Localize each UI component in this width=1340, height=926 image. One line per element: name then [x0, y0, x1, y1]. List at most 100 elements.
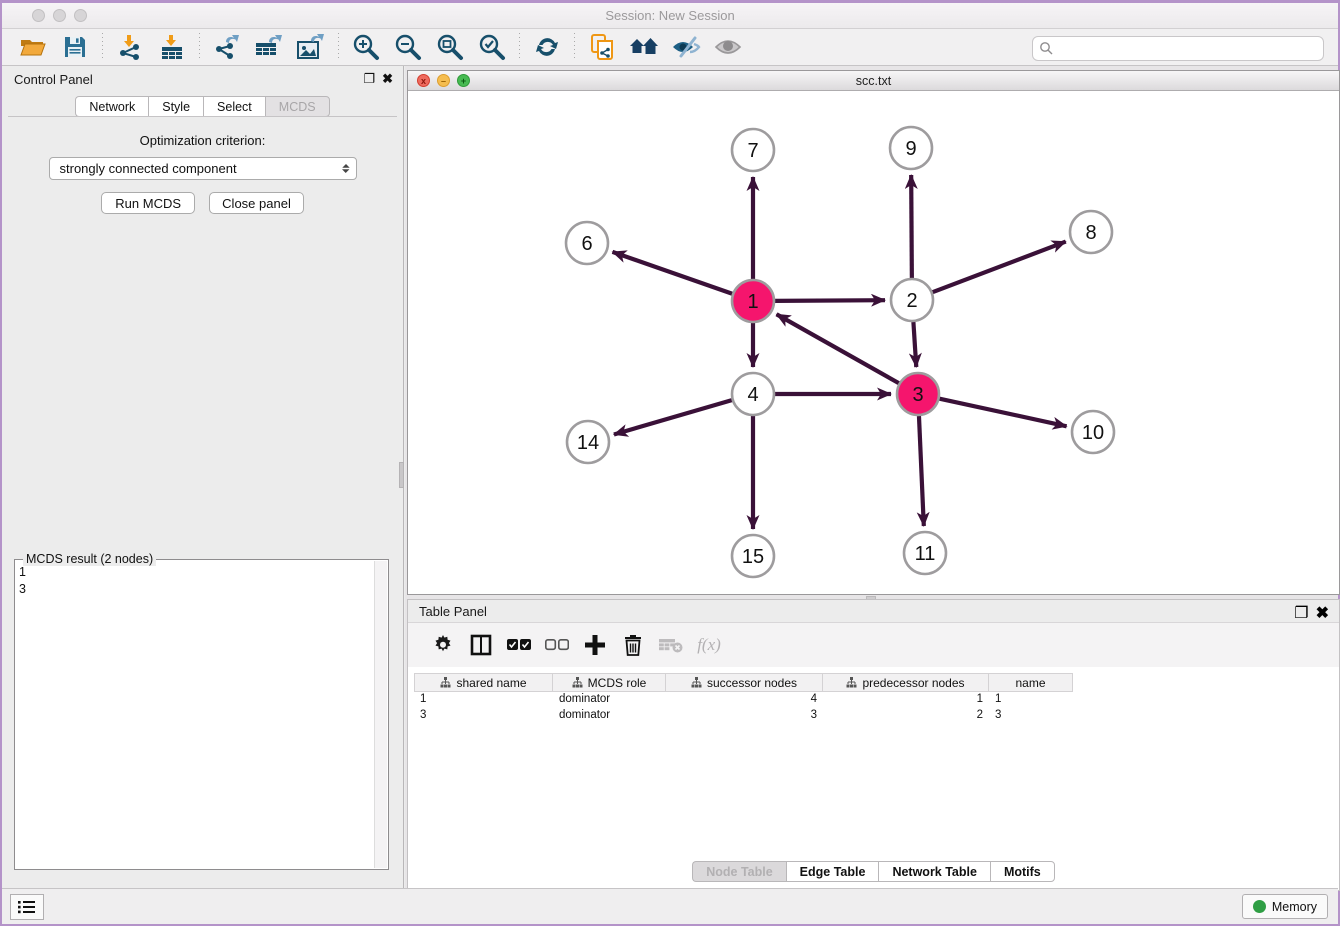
cell-successor-nodes[interactable]: 4	[666, 692, 823, 708]
tab-network[interactable]: Network	[75, 96, 148, 117]
optimization-criterion-dropdown[interactable]: strongly connected component ⏶⏷	[49, 157, 357, 180]
column-label: predecessor nodes	[862, 676, 964, 690]
edge-1-6[interactable]	[612, 252, 732, 294]
panel-splitter-grip[interactable]	[399, 462, 404, 488]
table-row-1[interactable]: 1dominator411	[414, 692, 1333, 708]
table-close-icon[interactable]: ✖	[1316, 603, 1329, 623]
create-column-icon[interactable]	[578, 628, 612, 662]
home-icon[interactable]	[627, 31, 661, 63]
cell-name[interactable]: 3	[989, 708, 1073, 724]
cell-name[interactable]: 1	[989, 692, 1073, 708]
memory-button[interactable]: Memory	[1242, 894, 1328, 919]
table-settings-icon[interactable]	[426, 628, 460, 662]
table-header-row: shared name MCDS role successor nodes prede…	[414, 673, 1333, 692]
search-box	[1032, 36, 1324, 61]
close-panel-button[interactable]: Close panel	[209, 192, 304, 214]
table-body: 1dominator4113dominator323	[414, 692, 1333, 724]
column-header-successor-nodes[interactable]: successor nodes	[666, 673, 823, 692]
edge-2-9[interactable]	[911, 175, 912, 278]
main-toolbar	[2, 29, 1338, 66]
network-canvas[interactable]: 7968124314101511	[408, 91, 1339, 594]
function-builder-icon: f(x)	[692, 628, 726, 662]
node-label-10: 10	[1082, 422, 1104, 444]
edge-3-10[interactable]	[939, 399, 1066, 427]
memory-label: Memory	[1272, 900, 1317, 914]
workspace: x – + scc.txt 7968124314101511 Table Pan…	[405, 66, 1338, 888]
result-scrollbar[interactable]	[374, 561, 387, 868]
float-panel-icon[interactable]: ❐	[363, 71, 375, 86]
cell-predecessor-nodes[interactable]: 1	[823, 692, 989, 708]
cell-MCDS-role[interactable]: dominator	[553, 708, 666, 724]
zoom-fit-icon[interactable]	[433, 31, 467, 63]
tab-motifs[interactable]: Motifs	[990, 861, 1055, 882]
window-titlebar: Session: New Session	[2, 3, 1338, 29]
node-label-7: 7	[747, 140, 758, 162]
export-network-icon[interactable]	[210, 31, 244, 63]
network-window-titlebar[interactable]: x – + scc.txt	[408, 71, 1339, 91]
memory-status-icon	[1253, 900, 1266, 913]
edge-2-3[interactable]	[913, 322, 916, 367]
edge-2-8[interactable]	[933, 242, 1066, 293]
close-panel-icon[interactable]: ✖	[382, 71, 393, 86]
edge-3-1[interactable]	[777, 314, 899, 383]
show-icon[interactable]	[711, 31, 745, 63]
optimization-criterion-label: Optimization criterion:	[8, 133, 397, 148]
export-image-icon[interactable]	[294, 31, 328, 63]
zoom-out-icon[interactable]	[391, 31, 425, 63]
export-table-icon[interactable]	[252, 31, 286, 63]
mcds-tab-content: Optimization criterion: strongly connect…	[8, 116, 397, 884]
table-toolbar: f(x)	[408, 623, 1339, 667]
column-label: name	[1015, 676, 1045, 690]
table-float-icon[interactable]: ❐	[1294, 603, 1308, 623]
node-label-2: 2	[906, 290, 917, 312]
save-session-icon[interactable]	[58, 31, 92, 63]
task-history-button[interactable]	[10, 894, 44, 920]
delete-column-icon[interactable]	[616, 628, 650, 662]
table-tabs: Node TableEdge TableNetwork TableMotifs	[408, 861, 1339, 882]
network-file-icon[interactable]	[585, 31, 619, 63]
column-header-name[interactable]: name	[989, 673, 1073, 692]
mcds-result-text[interactable]: 1 3	[19, 564, 372, 867]
column-header-predecessor-nodes[interactable]: predecessor nodes	[823, 673, 989, 692]
column-label: MCDS role	[588, 676, 647, 690]
search-input[interactable]	[1054, 42, 1323, 56]
cell-predecessor-nodes[interactable]: 2	[823, 708, 989, 724]
zoom-selected-icon[interactable]	[475, 31, 509, 63]
cell-shared-name[interactable]: 3	[414, 708, 553, 724]
open-session-icon[interactable]	[16, 31, 50, 63]
search-icon	[1039, 41, 1054, 56]
control-panel-tabs: NetworkStyleSelectMCDS	[2, 96, 403, 117]
select-all-icon[interactable]	[502, 628, 536, 662]
deselect-all-icon[interactable]	[540, 628, 574, 662]
delete-table-icon	[654, 628, 688, 662]
cell-shared-name[interactable]: 1	[414, 692, 553, 708]
tab-select[interactable]: Select	[203, 96, 265, 117]
edge-3-11[interactable]	[919, 416, 924, 526]
zoom-in-icon[interactable]	[349, 31, 383, 63]
mcds-result-box: MCDS result (2 nodes) 1 3	[14, 559, 389, 870]
cell-successor-nodes[interactable]: 3	[666, 708, 823, 724]
refresh-icon[interactable]	[530, 31, 564, 63]
edge-1-2[interactable]	[775, 300, 885, 301]
tab-edge-table[interactable]: Edge Table	[786, 861, 879, 882]
show-columns-icon[interactable]	[464, 628, 498, 662]
edge-4-14[interactable]	[614, 400, 732, 434]
tab-node-table[interactable]: Node Table	[692, 861, 785, 882]
network-view-window: x – + scc.txt 7968124314101511	[407, 70, 1340, 595]
node-label-4: 4	[747, 384, 758, 406]
cell-MCDS-role[interactable]: dominator	[553, 692, 666, 708]
import-table-icon[interactable]	[155, 31, 189, 63]
column-header-shared-name[interactable]: shared name	[414, 673, 553, 692]
tab-style[interactable]: Style	[148, 96, 203, 117]
status-bar: Memory	[2, 888, 1338, 924]
column-header-MCDS-role[interactable]: MCDS role	[553, 673, 666, 692]
hide-icon[interactable]	[669, 31, 703, 63]
tab-mcds[interactable]: MCDS	[265, 96, 330, 117]
network-graph: 7968124314101511	[408, 91, 1339, 594]
node-label-14: 14	[577, 432, 599, 454]
tab-network-table[interactable]: Network Table	[878, 861, 990, 882]
table-row-2[interactable]: 3dominator323	[414, 708, 1333, 724]
run-mcds-button[interactable]: Run MCDS	[101, 192, 195, 214]
import-network-icon[interactable]	[113, 31, 147, 63]
dropdown-value: strongly connected component	[60, 161, 343, 176]
